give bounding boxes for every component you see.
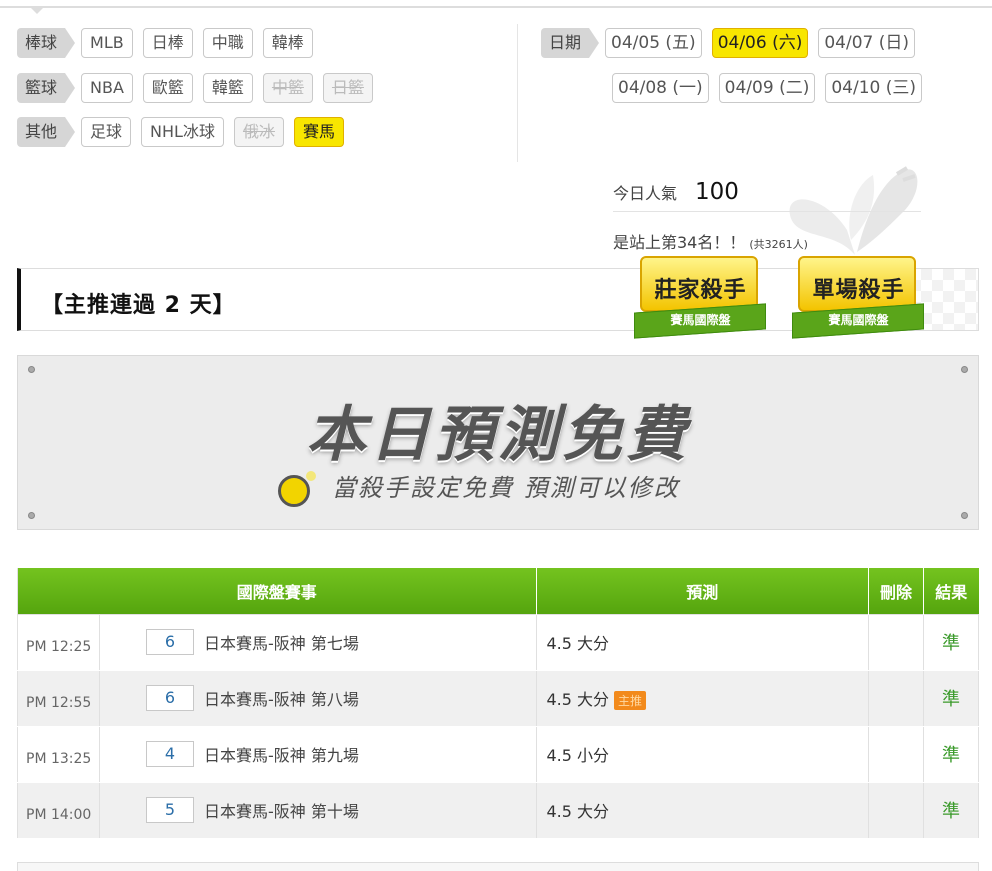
badge-subtitle: 賽馬國際盤 [670, 313, 731, 327]
game-cell: 4 日本賽馬-阪神 第九場 [99, 725, 537, 783]
sport-tag-kbo[interactable]: 韓棒 [262, 28, 313, 58]
date-0405[interactable]: 04/05 (五) [605, 28, 702, 58]
date-label: 日期 [541, 28, 600, 58]
pin-icon [961, 366, 968, 373]
sport-tag-korea-basketball[interactable]: 韓籃 [202, 73, 253, 103]
game-name[interactable]: 日本賽馬-阪神 第九場 [204, 746, 359, 765]
badge-subtitle: 賽馬國際盤 [828, 313, 889, 327]
free-prediction-notice: 本日預測免費 當殺手設定免費 預測可以修改 [17, 355, 979, 530]
sport-tag-china-basketball: 中籃 [262, 73, 313, 103]
top-notch [30, 7, 44, 16]
header-result: 結果 [923, 568, 979, 614]
pick-number: 5 [145, 797, 194, 823]
game-time: PM 12:55 [17, 669, 100, 727]
category-label-other: 其他 [17, 117, 76, 147]
prediction-cell: 4.5 大分 主推 [536, 669, 870, 727]
date-0409[interactable]: 04/09 (二) [718, 73, 816, 103]
game-time: PM 14:00 [17, 781, 100, 839]
pin-icon [961, 512, 968, 519]
table-row: PM 14:00 5 日本賽馬-阪神 第十場 4.5 大分 準 [17, 781, 979, 839]
rank-text: 是站上第34名！！ [613, 233, 746, 252]
sport-tag-mlb[interactable]: MLB [81, 28, 133, 58]
date-0408[interactable]: 04/08 (一) [612, 73, 709, 103]
game-cell: 6 日本賽馬-阪神 第七場 [99, 613, 537, 671]
prediction-text: 4.5 小分 [546, 746, 610, 765]
delete-cell [868, 669, 925, 727]
game-cell: 5 日本賽馬-阪神 第十場 [99, 781, 537, 839]
game-name[interactable]: 日本賽馬-阪神 第八場 [204, 690, 359, 709]
game-cell: 6 日本賽馬-阪神 第八場 [99, 669, 537, 727]
delete-cell [868, 781, 925, 839]
prediction-text: 4.5 大分 [546, 690, 610, 709]
predictions-table: 國際盤賽事 預測 刪除 結果 PM 12:25 6 日本賽馬-阪神 第七場 4.5… [17, 568, 979, 839]
result-cell: 準 [923, 725, 979, 783]
sport-tag-euro-basketball[interactable]: 歐籃 [142, 73, 193, 103]
category-label-baseball: 棒球 [17, 28, 76, 58]
result-cell: 準 [923, 781, 979, 839]
popularity-label: 今日人氣 [613, 183, 678, 203]
sport-tag-japan-basketball: 日籃 [322, 73, 373, 103]
free-subtitle-row: 當殺手設定免費 預測可以修改 [278, 468, 680, 507]
date-0407[interactable]: 04/07 (日) [818, 28, 916, 58]
sport-row-baseball: 棒球 MLB 日棒 中職 韓棒 [17, 28, 323, 58]
game-time: PM 13:25 [17, 725, 100, 783]
game-name[interactable]: 日本賽馬-阪神 第十場 [204, 802, 359, 821]
popularity-line: 今日人氣 100 [613, 172, 921, 212]
lightbulb-icon [278, 470, 316, 507]
sport-row-basketball: 籃球 NBA 歐籃 韓籃 中籃 日籃 [17, 73, 383, 103]
pin-icon [28, 512, 35, 519]
table-row: PM 12:55 6 日本賽馬-阪神 第八場 4.5 大分 主推 準 [17, 669, 979, 727]
table-header-row: 國際盤賽事 預測 刪除 結果 [17, 568, 979, 614]
free-title: 本日預測免費 [306, 400, 690, 470]
pick-number: 6 [145, 685, 194, 711]
prediction-cell: 4.5 大分 [536, 613, 870, 671]
sport-tag-npb[interactable]: 日棒 [142, 28, 193, 58]
sport-tag-soccer[interactable]: 足球 [81, 117, 132, 147]
pick-number: 4 [145, 741, 194, 767]
top-border [0, 0, 992, 8]
page: 棒球 MLB 日棒 中職 韓棒 籃球 NBA 歐籃 韓籃 中籃 日籃 其他 足球… [0, 0, 992, 871]
category-label-basketball: 籃球 [17, 73, 76, 103]
free-subtitle: 當殺手設定免費 預測可以修改 [332, 474, 680, 502]
delete-cell [868, 725, 925, 783]
prediction-cell: 4.5 小分 [536, 725, 870, 783]
popularity-box: 今日人氣 100 是站上第34名！！ (共3261人) [613, 172, 921, 253]
date-row-2: 04/08 (一) 04/09 (二) 04/10 (三) [612, 73, 932, 103]
prediction-text: 4.5 大分 [546, 802, 610, 821]
sport-tag-khl: 俄冰 [233, 117, 284, 147]
sport-row-other: 其他 足球 NHL冰球 俄冰 賽馬 [17, 117, 354, 147]
header-prediction: 預測 [536, 568, 870, 614]
badge-title: 單場殺手 [812, 278, 905, 303]
sport-tag-horse-racing[interactable]: 賽馬 [293, 117, 344, 147]
table-row: PM 12:25 6 日本賽馬-阪神 第七場 4.5 大分 準 [17, 613, 979, 671]
game-time: PM 12:25 [17, 613, 100, 671]
header-delete: 刪除 [868, 568, 925, 614]
bookmaker-killer-badge: 莊家殺手 賽馬國際盤 [628, 254, 773, 346]
result-cell: 準 [923, 613, 979, 671]
game-name[interactable]: 日本賽馬-阪神 第七場 [204, 634, 359, 653]
sport-tag-nba[interactable]: NBA [81, 73, 133, 103]
date-0410[interactable]: 04/10 (三) [825, 73, 923, 103]
streak-title: 【主推連過 2 天】 [41, 293, 236, 318]
section-divider [517, 24, 518, 162]
total-users: (共3261人) [749, 238, 808, 251]
table-row: PM 13:25 4 日本賽馬-阪神 第九場 4.5 小分 準 [17, 725, 979, 783]
single-game-killer-badge: 單場殺手 賽馬國際盤 [786, 254, 931, 346]
delete-cell [868, 613, 925, 671]
date-0406[interactable]: 04/06 (六) [711, 28, 809, 58]
prediction-text: 4.5 大分 [546, 634, 610, 653]
pin-icon [28, 366, 35, 373]
badge-title: 莊家殺手 [654, 278, 747, 303]
date-row-1: 日期 04/05 (五) 04/06 (六) 04/07 (日) [541, 28, 925, 58]
pick-number: 6 [145, 629, 194, 655]
prediction-cell: 4.5 大分 [536, 781, 870, 839]
main-pick-tag: 主推 [614, 691, 647, 710]
rank-line: 是站上第34名！！ (共3261人) [613, 229, 921, 253]
header-game: 國際盤賽事 [17, 568, 537, 614]
result-cell: 準 [923, 669, 979, 727]
sport-tag-nhl[interactable]: NHL冰球 [141, 117, 224, 147]
sport-tag-cpbl[interactable]: 中職 [202, 28, 253, 58]
next-section-edge [17, 862, 979, 871]
popularity-value: 100 [695, 178, 739, 205]
